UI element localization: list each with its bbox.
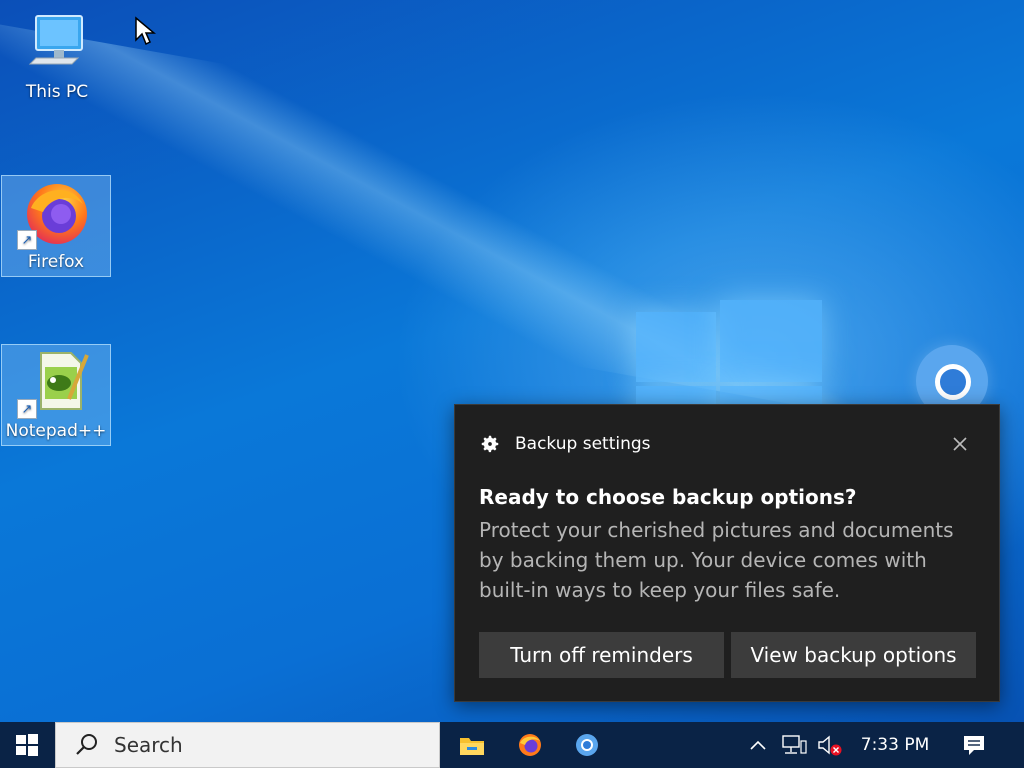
taskbar-firefox[interactable] — [502, 722, 558, 768]
volume-control[interactable] — [814, 722, 846, 768]
volume-muted-icon — [818, 735, 842, 756]
start-button[interactable] — [0, 722, 54, 768]
taskbar-file-explorer[interactable] — [444, 722, 500, 768]
backup-notification-toast[interactable]: Backup settings Ready to choose backup o… — [454, 404, 1000, 702]
search-icon — [76, 734, 97, 755]
view-backup-options-button[interactable]: View backup options — [731, 632, 976, 678]
computer-icon — [22, 8, 92, 78]
search-box[interactable]: Search — [55, 722, 440, 768]
notepad-plus-plus-icon: ↗ — [17, 347, 91, 419]
clock-time: 7:33 PM — [860, 735, 930, 755]
system-clock[interactable]: 7:33 PM — [852, 722, 938, 768]
action-center-icon — [964, 736, 984, 755]
taskbar: Search 7:33 PM — [0, 722, 1024, 768]
desktop-icon-label: This PC — [25, 82, 89, 102]
firefox-icon — [519, 734, 541, 756]
desktop[interactable]: This PC ↗ Firefox ↗ Notepad++ Backup set… — [0, 0, 1024, 722]
taskbar-chrome[interactable] — [559, 722, 615, 768]
desktop-icon-notepad-plus-plus[interactable]: ↗ Notepad++ — [1, 344, 111, 446]
toast-header: Backup settings — [479, 433, 651, 455]
gear-icon — [481, 435, 499, 453]
close-icon[interactable] — [949, 433, 971, 455]
toast-app-name: Backup settings — [515, 434, 651, 454]
desktop-icon-label: Firefox — [27, 252, 85, 272]
windows-start-icon — [16, 734, 38, 756]
toast-body: Protect your cherished pictures and docu… — [479, 518, 954, 602]
network-status[interactable] — [778, 722, 810, 768]
desktop-icon-this-pc[interactable]: This PC — [2, 6, 112, 108]
chrome-icon — [576, 734, 598, 756]
show-hidden-icons-button[interactable] — [744, 722, 772, 768]
search-placeholder: Search — [114, 733, 183, 757]
desktop-icon-label: Notepad++ — [5, 421, 107, 441]
desktop-icon-firefox[interactable]: ↗ Firefox — [1, 175, 111, 277]
firefox-icon: ↗ — [17, 178, 91, 250]
shortcut-arrow-icon: ↗ — [17, 230, 37, 250]
action-center-button[interactable] — [950, 722, 998, 768]
shortcut-arrow-icon: ↗ — [17, 399, 37, 419]
turn-off-reminders-button[interactable]: Turn off reminders — [479, 632, 724, 678]
network-icon — [782, 735, 807, 754]
mouse-cursor-icon — [135, 16, 156, 46]
toast-title: Ready to choose backup options? — [479, 485, 857, 509]
chevron-up-icon — [750, 740, 766, 750]
file-explorer-icon — [460, 738, 484, 755]
